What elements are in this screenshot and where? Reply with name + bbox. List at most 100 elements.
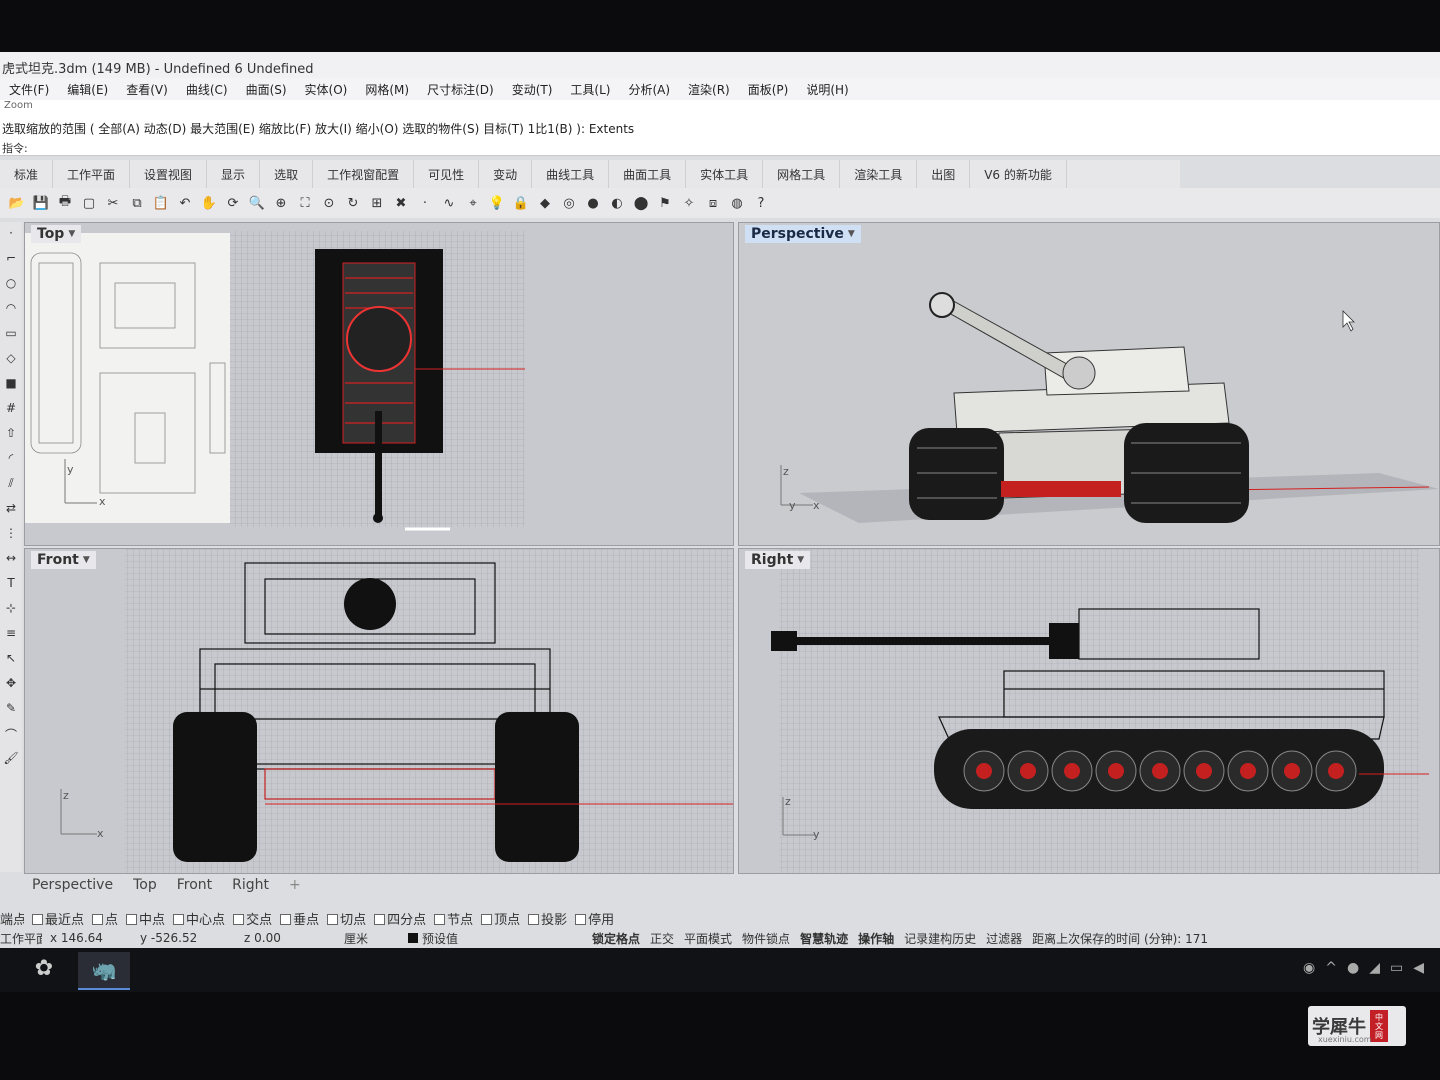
osnap-option-9[interactable]: 顶点: [481, 909, 520, 928]
mesh-icon[interactable]: #: [2, 401, 20, 421]
group-icon[interactable]: ⧈: [702, 192, 724, 214]
lock-icon[interactable]: 🔒: [510, 192, 532, 214]
layer-icon[interactable]: ≡: [2, 626, 20, 646]
toolbar-tab-0[interactable]: 标准: [0, 160, 54, 188]
checkbox-icon[interactable]: [92, 913, 104, 925]
magic-icon[interactable]: ✧: [678, 192, 700, 214]
app-tray-icon[interactable]: ●: [1347, 960, 1359, 976]
status-mode-7[interactable]: 过滤器: [986, 930, 1022, 947]
snap-icon[interactable]: ⊹: [2, 601, 20, 621]
rotate-view-icon[interactable]: ↻: [342, 192, 364, 214]
toolbar-tab-13[interactable]: 出图: [917, 160, 971, 188]
checkbox-icon[interactable]: [434, 913, 446, 925]
toolbar-tab-7[interactable]: 变动: [479, 160, 533, 188]
chevron-down-icon[interactable]: ▼: [797, 555, 804, 565]
checkbox-icon[interactable]: [126, 913, 138, 925]
layer-label[interactable]: 预设值: [422, 930, 592, 947]
toolbar-tab-8[interactable]: 曲线工具: [532, 160, 610, 188]
viewport-perspective[interactable]: Perspective ▼ z y x: [738, 222, 1440, 546]
menu-item-2[interactable]: 查看(V): [117, 78, 177, 100]
ball-icon[interactable]: ⬤: [630, 192, 652, 214]
undo-icon[interactable]: ↶: [174, 192, 196, 214]
menu-item-3[interactable]: 曲线(C): [177, 78, 237, 100]
split-icon[interactable]: ⫽: [2, 476, 20, 496]
chevron-down-icon[interactable]: ▼: [848, 229, 855, 239]
open-icon[interactable]: 📂: [6, 192, 28, 214]
chevron-down-icon[interactable]: ▼: [83, 555, 90, 565]
checkbox-icon[interactable]: [233, 913, 245, 925]
point-icon[interactable]: ·: [2, 226, 20, 246]
cut-icon[interactable]: ✂: [102, 192, 124, 214]
render-icon[interactable]: ◐: [606, 192, 628, 214]
rotate-icon[interactable]: ⟳: [222, 192, 244, 214]
status-mode-1[interactable]: 正交: [650, 930, 674, 947]
delete-icon[interactable]: ✖: [390, 192, 412, 214]
battery-icon[interactable]: ▭: [1390, 960, 1403, 976]
checkbox-icon[interactable]: [327, 913, 339, 925]
status-mode-6[interactable]: 记录建构历史: [904, 930, 976, 947]
osnap-icon[interactable]: ⌖: [462, 192, 484, 214]
checkbox-icon[interactable]: [173, 913, 185, 925]
viewport-label-top[interactable]: Top ▼: [31, 225, 82, 243]
status-mode-5[interactable]: 操作轴: [858, 930, 894, 947]
globe-icon[interactable]: ◍: [726, 192, 748, 214]
menu-item-5[interactable]: 实体(O): [296, 78, 357, 100]
dim-icon[interactable]: ↔: [2, 551, 20, 571]
viewport-right[interactable]: Right ▼ z y: [738, 548, 1440, 874]
copy-icon[interactable]: ⧉: [126, 192, 148, 214]
save-icon[interactable]: 💾: [30, 192, 52, 214]
add-viewport-tab-icon[interactable]: +: [279, 877, 311, 893]
paint-icon[interactable]: 🖌: [2, 751, 20, 771]
menu-item-0[interactable]: 文件(F): [0, 78, 58, 100]
menu-item-1[interactable]: 编辑(E): [58, 78, 117, 100]
chevron-up-icon[interactable]: ^: [1325, 960, 1337, 976]
viewport-label-perspective[interactable]: Perspective ▼: [745, 225, 861, 243]
surface-icon[interactable]: ◇: [2, 351, 20, 371]
material-icon[interactable]: ◆: [534, 192, 556, 214]
curve-icon[interactable]: ∿: [438, 192, 460, 214]
extrude-icon[interactable]: ⇧: [2, 426, 20, 446]
solid-icon[interactable]: ■: [2, 376, 20, 396]
osnap-option-0[interactable]: 最近点: [32, 909, 84, 928]
viewport-label-right[interactable]: Right ▼: [745, 551, 811, 569]
osnap-option-10[interactable]: 投影: [528, 909, 567, 928]
tag-icon[interactable]: ⚑: [654, 192, 676, 214]
viewport-tab-right[interactable]: Right: [222, 877, 279, 893]
toolbar-tab-2[interactable]: 设置视图: [130, 160, 208, 188]
zoom-selected-icon[interactable]: ⊙: [318, 192, 340, 214]
toolbar-tab-3[interactable]: 显示: [207, 160, 261, 188]
menu-item-4[interactable]: 曲面(S): [237, 78, 296, 100]
checkbox-icon[interactable]: [481, 913, 493, 925]
toolbar-tab-14[interactable]: V6 的新功能: [970, 160, 1067, 188]
checkbox-icon[interactable]: [280, 913, 292, 925]
volume-icon[interactable]: ◀: [1413, 960, 1424, 976]
pan-icon[interactable]: ✋: [198, 192, 220, 214]
status-mode-2[interactable]: 平面模式: [684, 930, 732, 947]
menu-item-9[interactable]: 工具(L): [561, 78, 619, 100]
osnap-option-4[interactable]: 交点: [233, 909, 272, 928]
layer-swatch[interactable]: [408, 933, 418, 943]
toolbar-tab-5[interactable]: 工作视窗配置: [313, 160, 415, 188]
osnap-option-3[interactable]: 中心点: [173, 909, 225, 928]
point-icon[interactable]: ·: [414, 192, 436, 214]
transform-icon[interactable]: ⇄: [2, 501, 20, 521]
osnap-option-5[interactable]: 垂点: [280, 909, 319, 928]
menu-item-7[interactable]: 尺寸标注(D): [418, 78, 503, 100]
menu-item-8[interactable]: 变动(T): [503, 78, 562, 100]
toolbar-tab-9[interactable]: 曲面工具: [609, 160, 687, 188]
menu-item-12[interactable]: 面板(P): [739, 78, 798, 100]
wifi-icon[interactable]: ◢: [1369, 960, 1380, 976]
status-mode-0[interactable]: 锁定格点: [592, 930, 640, 947]
viewport-tab-top[interactable]: Top: [123, 877, 167, 893]
polyline-icon[interactable]: ⌐: [2, 251, 20, 271]
zoom-icon[interactable]: 🔍: [246, 192, 268, 214]
menu-item-11[interactable]: 渲染(R): [679, 78, 739, 100]
layout-icon[interactable]: ⊞: [366, 192, 388, 214]
color-wheel-icon[interactable]: ◎: [558, 192, 580, 214]
shade-icon[interactable]: ●: [582, 192, 604, 214]
rectangle-icon[interactable]: ▭: [2, 326, 20, 346]
viewport-top[interactable]: Top ▼ y x: [24, 222, 734, 546]
osnap-option-8[interactable]: 节点: [434, 909, 473, 928]
osnap-option-11[interactable]: 停用: [575, 909, 614, 928]
menu-item-10[interactable]: 分析(A): [619, 78, 679, 100]
